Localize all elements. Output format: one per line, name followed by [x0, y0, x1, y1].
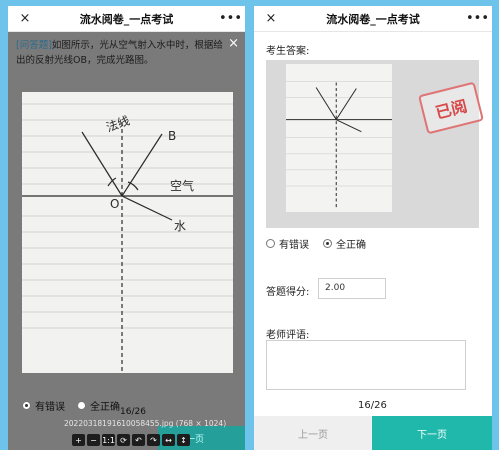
- question-text: [问答题]如图所示，光从空气射入水中时，根据给出的反射光线OB，完成光路图。: [16, 38, 223, 68]
- radio-all-correct[interactable]: 全正确: [323, 236, 366, 251]
- actual-size-icon[interactable]: 1:1: [102, 434, 115, 446]
- radio-all-correct[interactable]: 全正确: [77, 398, 120, 413]
- reset-icon[interactable]: ⟳: [117, 434, 130, 446]
- rotate-right-icon[interactable]: ↷: [147, 434, 160, 446]
- judgement-radios: 有错误 全正确: [266, 236, 366, 251]
- window-title: 流水阅卷_一点考试: [326, 12, 420, 26]
- answer-photo-thumbnail[interactable]: [286, 64, 392, 212]
- comment-label: 老师评语:: [266, 330, 310, 341]
- image-filename: 20220318191610058455.jpg (768 × 1024): [64, 419, 227, 428]
- window-title: 流水阅卷_一点考试: [79, 12, 174, 26]
- radio-dot: [266, 239, 275, 248]
- reviewed-stamp: 已阅: [418, 81, 484, 135]
- close-icon[interactable]: ×: [262, 11, 280, 26]
- viewer-close-icon[interactable]: ×: [228, 36, 239, 51]
- comment-textarea[interactable]: [266, 340, 466, 390]
- page-counter: 16/26: [120, 407, 146, 417]
- more-icon[interactable]: •••: [219, 11, 242, 26]
- radio-dot: [77, 401, 86, 410]
- next-page-button[interactable]: 下一页: [372, 416, 492, 450]
- answer-image-area: 已阅: [266, 60, 484, 228]
- zoom-out-icon[interactable]: −: [87, 434, 100, 446]
- svg-text:B: B: [168, 129, 176, 143]
- radio-dot-checked: [323, 239, 332, 248]
- answer-label: 考生答案:: [266, 46, 310, 57]
- flip-horizontal-icon[interactable]: ↔: [162, 434, 175, 446]
- question-type-tag: [问答题]: [16, 40, 52, 51]
- radio-has-error[interactable]: 有错误: [22, 398, 65, 413]
- score-label: 答题得分:: [266, 287, 310, 298]
- prev-page-button[interactable]: 上一页: [254, 416, 372, 450]
- grading-panel: × 流水阅卷_一点考试 ••• 考生答案: 已阅 有错误 全正确 答题得分: 2…: [254, 6, 492, 450]
- handwritten-ray-diagram: 法线 B 空气 水 O: [22, 103, 233, 373]
- left-judgement-radios: 有错误 全正确: [22, 398, 120, 413]
- right-title-bar: × 流水阅卷_一点考试 •••: [254, 6, 492, 32]
- close-icon[interactable]: ×: [16, 11, 34, 26]
- more-icon[interactable]: •••: [466, 11, 489, 26]
- radio-has-error[interactable]: 有错误: [266, 236, 309, 251]
- svg-text:O: O: [110, 197, 119, 211]
- page-counter: 16/26: [358, 400, 387, 411]
- left-title-bar: × 流水阅卷_一点考试 •••: [8, 6, 245, 32]
- image-toolbar: + − 1:1 ⟳ ↶ ↷ ↔ ↕: [72, 434, 190, 446]
- svg-text:水: 水: [174, 219, 186, 233]
- thumbnail-ray-diagram: [286, 81, 392, 209]
- svg-text:空气: 空气: [170, 178, 194, 193]
- flip-vertical-icon[interactable]: ↕: [177, 434, 190, 446]
- answer-photo-enlarged: 法线 B 空气 水 O: [22, 92, 233, 373]
- score-input[interactable]: 2.00: [318, 278, 386, 299]
- radio-dot-checked: [22, 401, 31, 410]
- zoom-in-icon[interactable]: +: [72, 434, 85, 446]
- image-viewer-panel: × 流水阅卷_一点考试 ••• [问答题]如图所示，光从空气射入水中时，根据给出…: [8, 6, 245, 450]
- rotate-left-icon[interactable]: ↶: [132, 434, 145, 446]
- svg-text:法线: 法线: [104, 113, 131, 134]
